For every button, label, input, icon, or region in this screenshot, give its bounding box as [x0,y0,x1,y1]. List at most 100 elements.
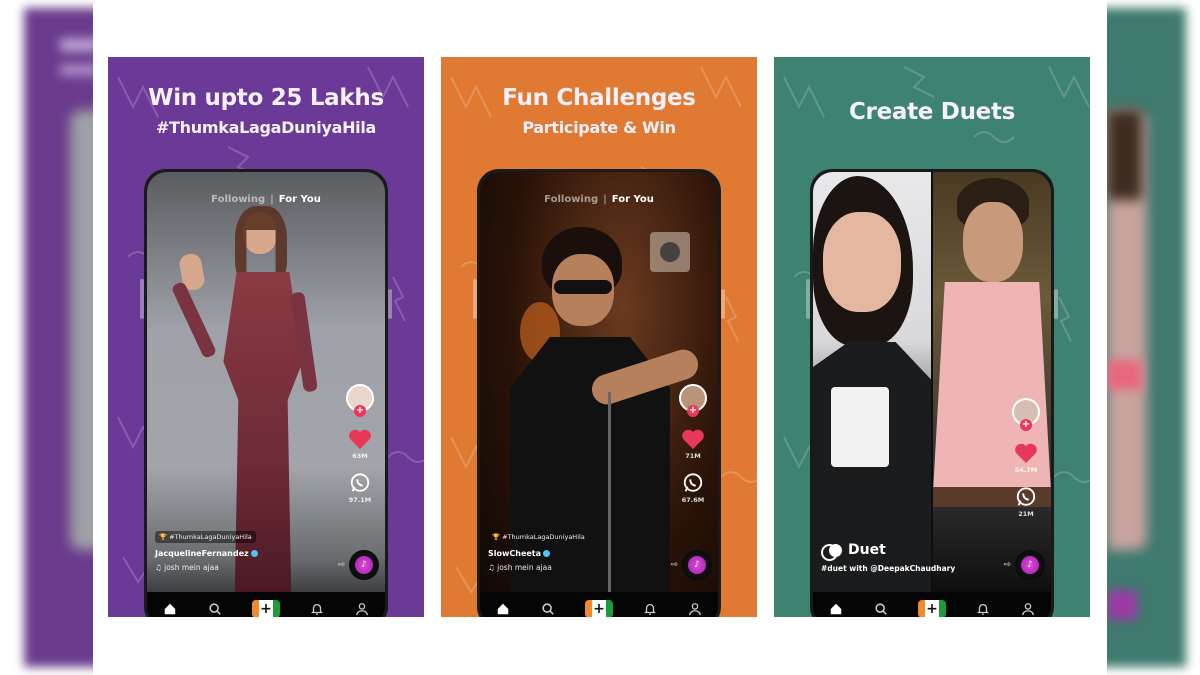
side-button [806,279,810,319]
share-arrow-icon[interactable]: ⇨ [1003,560,1011,570]
bottom-nav: + [147,592,385,617]
create-button[interactable]: + [584,600,613,617]
creator-avatar[interactable]: + [346,384,374,417]
headline: Create Duets [848,99,1016,125]
side-button [1054,289,1058,319]
challenge-hashtag-chip[interactable]: 🏆 #ThumkaLagaDuniyaHila [155,531,256,543]
phone-mockup: Following | For You + 71M 67.6M ⇨ ♪ 🏆 #T… [473,169,725,617]
follow-plus-icon[interactable]: + [687,405,699,417]
video-feed-screen[interactable]: Following | For You + 71M 67.6M ⇨ ♪ 🏆 #T… [480,172,718,617]
music-disc[interactable]: ♪ [1015,550,1045,580]
home-icon[interactable] [828,601,844,617]
video-caption: 🏆 #ThumkaLagaDuniyaHila JacquelineFernand… [155,524,258,572]
home-icon[interactable] [162,601,178,617]
tab-following[interactable]: Following [544,194,598,205]
blurred-hair [1107,110,1142,200]
duet-left-video [813,172,931,592]
creator-username[interactable]: JacquelineFernandez [155,549,258,558]
share-count: 21M [1018,510,1034,518]
video-feed-screen[interactable]: Following|For You + 63M 97.1M ⇨ ♪ � [147,172,385,617]
challenge-hashtag-chip[interactable]: 🏆 #ThumkaLagaDuniyaHila [488,531,589,543]
blurred-heart [1107,360,1142,390]
duet-video-screen[interactable]: + 54.7M 21M ⇨ ♪ Duet #duet with @DeepakC… [813,172,1051,617]
search-icon[interactable] [873,601,889,617]
phone-mockup: + 54.7M 21M ⇨ ♪ Duet #duet with @DeepakC… [806,169,1058,617]
trophy-icon: 🏆 [492,533,501,541]
hashtag-text: #ThumkaLagaDuniyaHila [502,533,585,541]
follow-plus-icon[interactable]: + [354,405,366,417]
tab-separator: | [603,194,607,205]
blurred-subheadline [60,64,93,76]
heart-icon[interactable] [1014,442,1038,464]
whatsapp-share-icon[interactable] [349,472,371,494]
bell-icon[interactable] [309,601,325,617]
home-icon[interactable] [495,601,511,617]
promo-panel-create-duets: Create Duets + 54.7M 21M ⇨ ♪ Duet #duet … [774,57,1090,617]
trophy-icon: 🏆 [159,533,168,541]
tab-for-you[interactable]: For You [612,194,654,205]
heart-icon[interactable] [681,428,705,450]
share-arrow-icon[interactable]: ⇨ [337,560,345,570]
promo-panel-fun-challenges: Fun Challenges Participate & Win Followi… [441,57,757,617]
blurred-left-edge [0,0,93,675]
follow-plus-icon[interactable]: + [1020,419,1032,431]
share-arrow-icon[interactable]: ⇨ [670,560,678,570]
blurred-right-edge [1107,0,1200,675]
bell-icon[interactable] [642,601,658,617]
sound-text: josh mein ajaa [164,563,219,572]
feed-tabs: Following | For You [480,194,718,205]
creator-username[interactable]: SlowCheeta [488,549,589,558]
sound-name[interactable]: ♫ josh mein ajaa [488,563,589,572]
verified-badge-icon [543,550,551,557]
hashtag-text: #ThumkaLagaDuniyaHila [169,533,252,541]
create-button[interactable]: + [917,600,946,617]
action-rail: + 71M 67.6M [676,384,710,504]
headline: Win upto 25 Lakhs [148,85,384,111]
music-note-icon: ♪ [355,556,373,574]
music-disc[interactable]: ♪ [349,550,379,580]
profile-icon[interactable] [354,601,370,617]
tab-following[interactable]: Following [211,194,265,205]
verified-badge-icon [250,550,258,557]
search-icon[interactable] [207,601,223,617]
profile-icon[interactable] [1020,601,1036,617]
sound-name[interactable]: ♫ josh mein ajaa [155,563,258,572]
side-button [388,289,392,319]
bottom-nav: + [813,592,1051,617]
tab-separator: | [270,194,274,205]
username-text: SlowCheeta [488,549,542,558]
video-caption: 🏆 #ThumkaLagaDuniyaHila SlowCheeta ♫ josh… [488,524,589,572]
duet-right-video [933,172,1051,592]
action-rail: + 63M 97.1M [343,384,377,504]
profile-icon[interactable] [687,601,703,617]
tab-for-you[interactable]: For You [279,194,321,205]
side-button [140,279,144,319]
heart-icon[interactable] [348,428,372,450]
blurred-music-disc [1107,590,1137,620]
feed-tabs: Following | For You [147,194,385,205]
music-note-icon: ♪ [688,556,706,574]
blurred-headline [60,38,93,52]
whatsapp-share-icon[interactable] [682,472,704,494]
duet-label[interactable]: Duet [821,542,955,561]
creator-avatar[interactable]: + [1012,398,1040,431]
share-count: 67.6M [681,496,705,504]
create-button[interactable]: + [251,600,280,617]
subheadline: Participate & Win [522,118,676,137]
like-count: 63M [352,452,368,460]
duet-label-text: Duet [848,542,886,558]
creator-avatar[interactable]: + [679,384,707,417]
action-rail: + 54.7M 21M [1009,398,1043,518]
whatsapp-share-icon[interactable] [1015,486,1037,508]
side-button [473,279,477,319]
duet-icon [821,543,843,561]
like-count: 54.7M [1014,466,1038,474]
share-count: 97.1M [348,496,372,504]
phone-mockup: Following|For You + 63M 97.1M ⇨ ♪ � [140,169,392,617]
blurred-phone [70,110,93,550]
bell-icon[interactable] [975,601,991,617]
music-disc[interactable]: ♪ [682,550,712,580]
search-icon[interactable] [540,601,556,617]
promo-panel-win-lakhs: Win upto 25 Lakhs #ThumkaLagaDuniyaHila … [108,57,424,617]
duet-with-caption[interactable]: #duet with @DeepakChaudhary [821,564,955,573]
